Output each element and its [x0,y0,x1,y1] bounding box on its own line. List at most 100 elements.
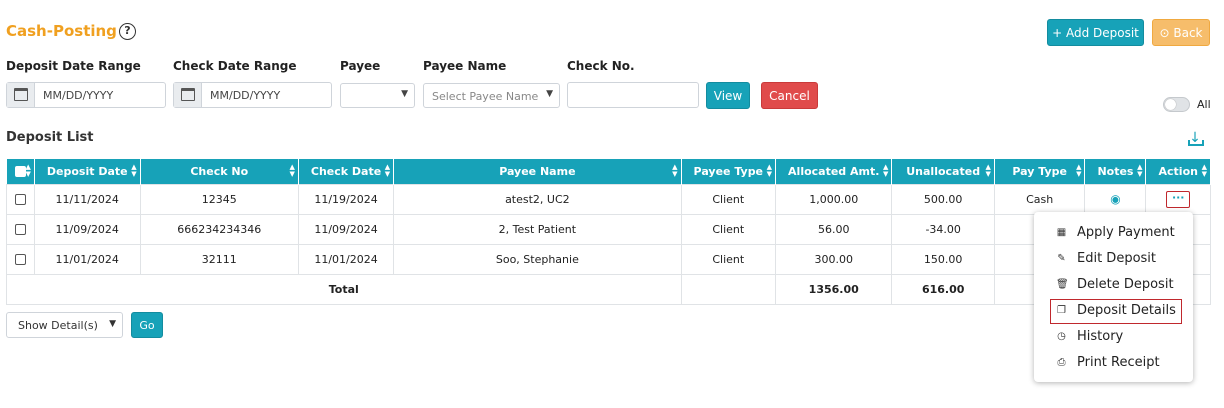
row-checkbox-cell[interactable] [6,243,35,275]
copy-icon: ❐ [1057,305,1066,316]
check-date-input[interactable]: MM/DD/YYYY [173,82,332,108]
add-deposit-button[interactable]: + Add Deposit [1047,19,1144,46]
sort-icon[interactable]: ▲ ▼ [883,164,888,178]
payee-name-placeholder: Select Payee Name [432,90,539,103]
payee-name-cell: 2, Test Patient [393,213,682,245]
table-row[interactable]: 11/09/2024 666234234346 11/09/2024 2, Te… [6,213,1211,245]
unallocated-cell: 500.00 [891,183,995,215]
trash-icon: 🗑 [1056,279,1069,290]
deposit-date-input[interactable]: MM/DD/YYYY [6,82,166,108]
column-header[interactable]: Action ▲ ▼ [1145,159,1211,184]
all-toggle-label: All [1197,98,1211,111]
back-button[interactable]: ⊙ Back [1152,19,1210,46]
total-spacer [680,273,777,305]
row-action-button[interactable]: ··· [1166,190,1191,208]
total-unallocated: 616.00 [891,273,995,305]
clock-icon: ◷ [1057,331,1066,342]
deposit-date-cell: 11/01/2024 [33,243,141,275]
cancel-button[interactable]: Cancel [761,82,818,109]
payee-type-cell: Client [680,213,777,245]
check-date-cell: 11/19/2024 [297,183,395,215]
all-toggle[interactable] [1163,97,1190,112]
calendar-icon[interactable] [7,83,35,107]
deposit-list-title: Deposit List [6,130,94,145]
row-checkbox-cell[interactable] [6,183,35,215]
allocated-cell: 300.00 [775,243,893,275]
deposit-date-cell: 11/09/2024 [33,213,141,245]
check-no-label: Check No. [567,59,635,73]
sort-icon[interactable]: ▲ ▼ [131,164,136,178]
sort-icon[interactable]: ▲ ▼ [1137,164,1142,178]
table-row[interactable]: 11/11/2024 12345 11/19/2024 atest2, UC2 … [6,183,1211,215]
help-icon[interactable]: ? [119,23,136,40]
column-header[interactable]: Unallocated ▲ ▼ [891,159,995,184]
check-no-cell: 32111 [139,243,299,275]
deposit-date-placeholder: MM/DD/YYYY [43,89,114,102]
total-label: Total [6,273,682,305]
unallocated-cell: -34.00 [891,213,995,245]
allocated-cell: 56.00 [775,213,893,245]
total-allocated: 1356.00 [775,273,893,305]
deposit-date-range-label: Deposit Date Range [6,59,141,73]
row-checkbox[interactable] [14,254,26,265]
select-all-checkbox[interactable] [14,166,26,178]
column-header[interactable]: Deposit Date ▲ ▼ [34,159,141,184]
sort-icon[interactable]: ▲ ▼ [385,164,390,178]
payee-name-cell: Soo, Stephanie [393,243,682,275]
check-no-cell: 12345 [139,183,299,215]
payee-select[interactable]: ▼ [340,83,415,108]
view-button[interactable]: View [706,82,750,109]
sort-icon[interactable]: ▲ ▼ [289,164,294,178]
chevron-down-icon: ▼ [546,89,553,99]
pay-type-cell: Cash [993,183,1086,215]
check-date-range-label: Check Date Range [173,59,297,73]
payee-type-cell: Client [680,183,777,215]
sort-icon[interactable]: ▲ ▼ [986,164,991,178]
sort-icon[interactable]: ▲ ▼ [767,164,772,178]
deposit-date-cell: 11/11/2024 [33,183,141,215]
table-row[interactable]: 11/01/2024 32111 11/01/2024 Soo, Stephan… [6,243,1211,275]
calendar-icon[interactable] [174,83,202,107]
notes-cell[interactable]: ◉ [1084,183,1147,215]
check-date-placeholder: MM/DD/YYYY [210,89,281,102]
sort-icon[interactable]: ▲ ▼ [672,164,677,178]
column-header[interactable]: Payee Type ▲ ▼ [681,159,777,184]
select-all-header[interactable]: ▲ ▼ [6,159,35,184]
column-header[interactable]: Check Date ▲ ▼ [298,159,395,184]
row-checkbox[interactable] [14,224,26,235]
printer-icon: ⎙ [1057,357,1066,368]
eye-icon[interactable]: ◉ [1110,192,1120,206]
column-header[interactable]: Payee Name ▲ ▼ [393,159,682,184]
action-menu: ▦ Apply Payment ✎ Edit Deposit 🗑 Delete … [1034,212,1193,382]
payee-label: Payee [340,59,381,73]
check-no-input[interactable] [567,82,699,108]
payee-type-cell: Client [680,243,777,275]
column-header[interactable]: Notes ▲ ▼ [1084,159,1147,184]
row-checkbox[interactable] [14,194,26,205]
table-header-row: ▲ ▼ Deposit Date ▲ ▼ Check No ▲ ▼ Check Date ▲… [6,159,1211,184]
column-header[interactable]: Check No ▲ ▼ [140,159,299,184]
toggle-knob [1165,99,1176,110]
payee-name-cell: atest2, UC2 [393,183,682,215]
download-icon[interactable]: ↓ [1187,130,1204,146]
payee-name-label: Payee Name [423,59,507,73]
check-date-cell: 11/01/2024 [297,243,395,275]
show-details-select[interactable]: Show Detail(s) ▼ [6,312,123,338]
sort-icon[interactable]: ▲ ▼ [26,164,31,178]
payee-name-select[interactable]: Select Payee Name ▼ [423,83,560,108]
go-button[interactable]: Go [131,312,163,338]
chevron-down-icon: ▼ [401,89,408,99]
total-row: Total 1356.00 616.00 [6,273,1211,305]
check-date-cell: 11/09/2024 [297,213,395,245]
chevron-down-icon: ▼ [109,319,116,329]
grid-icon: ▦ [1056,227,1067,238]
unallocated-cell: 150.00 [891,243,995,275]
deposit-table: ▲ ▼ Deposit Date ▲ ▼ Check No ▲ ▼ Check Date ▲… [6,159,1211,305]
sort-icon[interactable]: ▲ ▼ [1202,164,1207,178]
row-checkbox-cell[interactable] [6,213,35,245]
action-cell[interactable]: ··· [1145,183,1211,215]
column-header[interactable]: Pay Type ▲ ▼ [994,159,1086,184]
sort-icon[interactable]: ▲ ▼ [1076,164,1081,178]
allocated-cell: 1,000.00 [775,183,893,215]
column-header[interactable]: Allocated Amt. ▲ ▼ [775,159,893,184]
